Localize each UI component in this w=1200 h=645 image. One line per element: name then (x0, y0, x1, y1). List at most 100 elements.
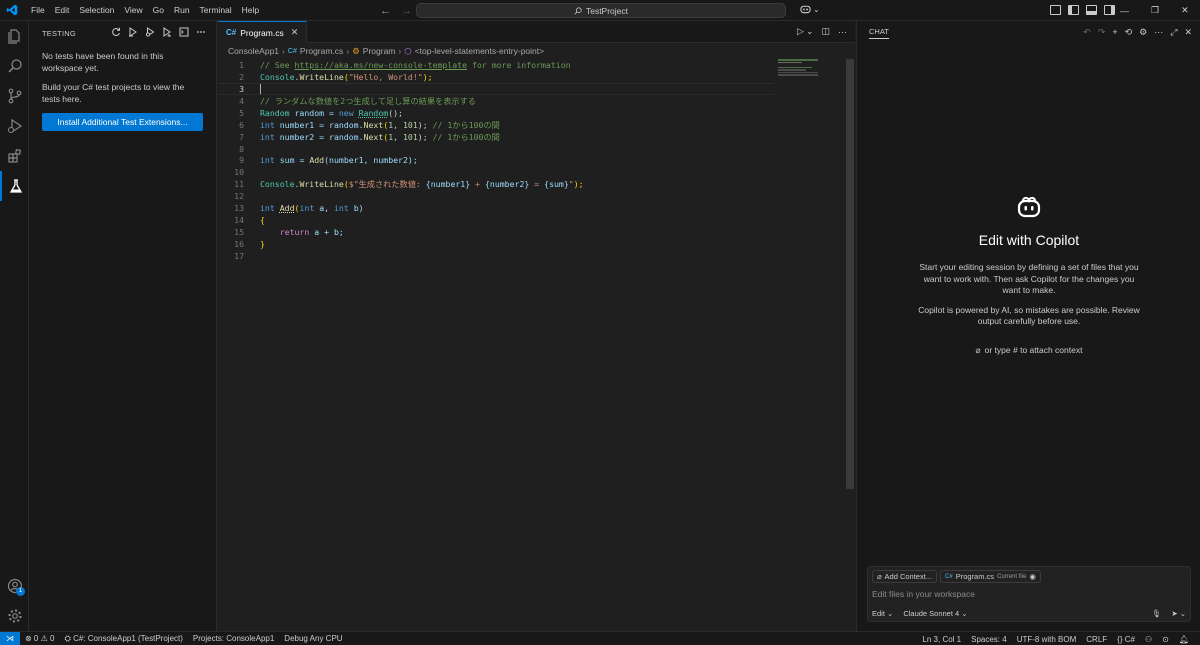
menu-file[interactable]: File (26, 0, 50, 21)
paperclip-icon: ⌀ (877, 572, 882, 581)
split-editor-icon[interactable]: ◫ (821, 26, 830, 37)
menu-terminal[interactable]: Terminal (195, 0, 237, 21)
new-session-icon[interactable]: + (1112, 27, 1117, 38)
settings-gear-icon[interactable]: ⚙ (1139, 27, 1147, 38)
install-test-extensions-button[interactable]: Install Additional Test Extensions... (42, 113, 203, 131)
chevron-right-icon: › (282, 46, 285, 56)
copilot-menu[interactable]: ⌄ (800, 4, 820, 14)
sidebar-header: TESTING (29, 21, 216, 45)
copilot-status-icon[interactable]: ⊙ (1157, 635, 1174, 644)
chevron-down-icon[interactable]: ⌄ (806, 26, 814, 37)
window-controls: — ❐ ✕ (1120, 0, 1189, 21)
language-mode[interactable]: {} C# (1112, 635, 1140, 644)
refresh-tests-icon[interactable] (111, 27, 121, 37)
projects-indicator[interactable]: Projects: ConsoleApp1 (188, 634, 279, 643)
minimize-icon[interactable]: — (1120, 6, 1129, 16)
code-line: 10 (234, 167, 244, 178)
debug-tests-icon[interactable] (145, 27, 155, 37)
microphone-icon[interactable]: 🎙 (1152, 609, 1162, 618)
toggle-panel-icon[interactable] (1086, 5, 1097, 15)
vscode-logo-icon (0, 0, 24, 21)
explorer-icon[interactable] (0, 21, 29, 51)
editor-tabs: C# Program.cs ✕ ▷ ⌄ ◫ ··· (218, 21, 855, 43)
copilot-icon (800, 5, 811, 14)
extensions-icon[interactable] (0, 141, 29, 171)
menu-bar: File Edit Selection View Go Run Terminal… (26, 0, 264, 21)
breadcrumb: ConsoleApp1 › C# Program.cs › ⚙ Program … (218, 43, 855, 59)
tab-chat[interactable]: CHAT (869, 27, 889, 39)
model-picker[interactable]: Claude Sonnet 4 ⌄ (903, 609, 967, 618)
more-actions-icon[interactable] (196, 27, 206, 37)
settings-gear-icon[interactable] (0, 601, 29, 631)
maximize-panel-icon[interactable]: ⤢ (1170, 27, 1177, 38)
text-cursor (260, 84, 261, 95)
run-tests-icon[interactable] (128, 27, 138, 37)
minimap[interactable] (778, 59, 828, 99)
menu-view[interactable]: View (119, 0, 147, 21)
back-arrow-icon[interactable]: ← (380, 5, 391, 17)
toggle-primary-sidebar-icon[interactable] (1068, 5, 1079, 15)
code-line: 15 return a + b; (234, 227, 344, 238)
more-actions-icon[interactable]: ··· (1154, 27, 1163, 38)
problems-indicator[interactable]: ⊗ 0 ⚠ 0 (20, 634, 59, 643)
template-link[interactable]: https://aka.ms/new-console-template (295, 60, 468, 70)
search-icon (574, 6, 582, 14)
code-line: 13 int Add(int a, int b) (234, 203, 364, 214)
editor-scrollbar[interactable] (846, 59, 854, 489)
customize-layout-icon[interactable] (1050, 5, 1061, 15)
menu-go[interactable]: Go (148, 0, 169, 21)
toggle-secondary-sidebar-icon[interactable] (1104, 5, 1115, 15)
line-ending[interactable]: CRLF (1081, 635, 1112, 644)
run-file-icon[interactable]: ▷ (797, 26, 804, 37)
testing-beaker-icon[interactable] (0, 171, 29, 201)
menu-run[interactable]: Run (169, 0, 195, 21)
chat-input[interactable]: Edit files in your workspace (868, 586, 1190, 602)
accounts-icon[interactable]: 1 (0, 571, 29, 601)
encoding[interactable]: UTF-8 with BOM (1012, 635, 1082, 644)
breadcrumb-file[interactable]: Program.cs (300, 46, 343, 56)
chat-title: Edit with Copilot (978, 232, 1080, 248)
accounts-badge: 1 (16, 587, 25, 596)
context-row: ⌀ Add Context... C# Program.cs Current f… (868, 567, 1190, 586)
run-coverage-icon[interactable] (162, 27, 172, 37)
undo-icon[interactable]: ↶ (1083, 27, 1091, 38)
code-line: 7 int number2 = random.Next(1, 101); // … (239, 131, 500, 142)
search-icon[interactable] (0, 51, 29, 81)
notifications-bell-icon[interactable]: 🔔︎ (1174, 635, 1194, 644)
forward-arrow-icon[interactable]: → (401, 5, 412, 17)
menu-edit[interactable]: Edit (50, 0, 75, 21)
feedback-icon[interactable]: ⚇ (1140, 635, 1157, 644)
mode-picker[interactable]: Edit ⌄ (872, 609, 893, 618)
method-icon: ⬡ (404, 45, 412, 56)
eye-icon[interactable]: ◉ (1029, 572, 1036, 581)
breadcrumb-symbol[interactable]: <top-level-statements-entry-point> (415, 46, 544, 56)
more-actions-icon[interactable]: ··· (838, 27, 847, 37)
run-debug-icon[interactable] (0, 111, 29, 141)
indentation[interactable]: Spaces: 4 (966, 635, 1012, 644)
tab-program-cs[interactable]: C# Program.cs ✕ (218, 21, 308, 43)
code-line: 9 int sum = Add(number1, number2); (239, 155, 418, 166)
command-center[interactable]: TestProject (416, 3, 786, 18)
close-panel-icon[interactable]: ✕ (1184, 27, 1192, 38)
show-output-icon[interactable] (179, 27, 189, 37)
file-context-chip[interactable]: C# Program.cs Current file ◉ (940, 570, 1041, 583)
cursor-position[interactable]: Ln 3, Col 1 (917, 635, 966, 644)
menu-help[interactable]: Help (237, 0, 264, 21)
chat-panel: CHAT ↶ ↷ + ⟲ ⚙ ··· ⤢ ✕ Edit with Copilot… (856, 21, 1200, 631)
remote-indicator-icon[interactable]: ⋊ (0, 631, 20, 645)
close-icon[interactable]: ✕ (1181, 5, 1189, 16)
add-context-button[interactable]: ⌀ Add Context... (872, 570, 938, 583)
project-indicator[interactable]: ⛭ C#: ConsoleApp1 (TestProject) (59, 634, 187, 644)
send-icon[interactable]: ➤ ⌄ (1171, 609, 1186, 618)
menu-selection[interactable]: Selection (74, 0, 119, 21)
history-icon[interactable]: ⟲ (1125, 27, 1133, 38)
close-tab-icon[interactable]: ✕ (291, 27, 299, 38)
debug-config-indicator[interactable]: Debug Any CPU (279, 634, 347, 643)
maximize-icon[interactable]: ❐ (1151, 5, 1159, 16)
source-control-icon[interactable] (0, 81, 29, 111)
breadcrumb-class[interactable]: Program (363, 46, 396, 56)
redo-icon[interactable]: ↷ (1098, 27, 1106, 38)
code-editor[interactable]: 1 // See https://aka.ms/new-console-temp… (218, 59, 843, 631)
breadcrumb-project[interactable]: ConsoleApp1 (228, 46, 279, 56)
code-line: 11 Console.WriteLine($"生成された数値: {number1… (234, 179, 584, 190)
